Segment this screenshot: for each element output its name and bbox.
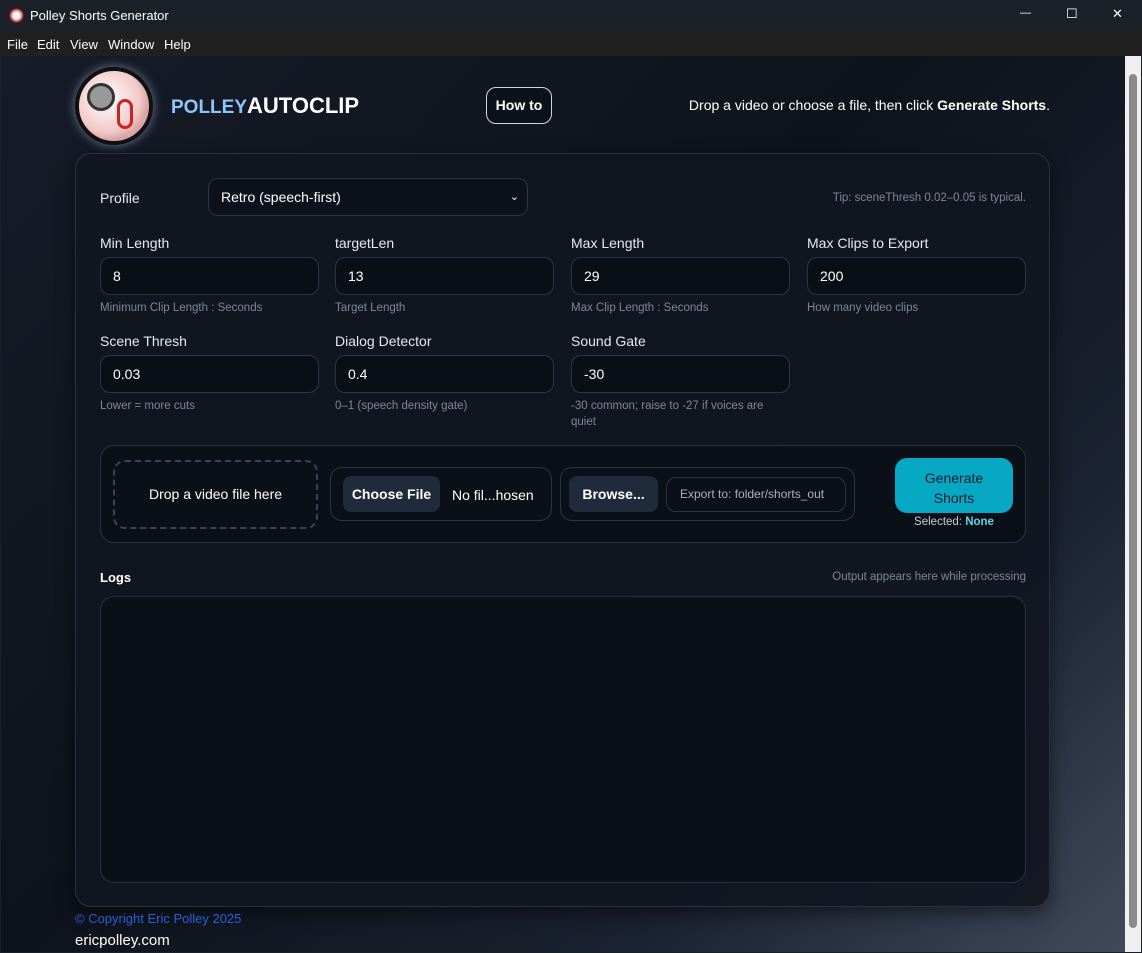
dialog-detector-label: Dialog Detector bbox=[335, 333, 432, 349]
targetlen-hint: Target Length bbox=[335, 302, 406, 314]
targetlen-label: targetLen bbox=[335, 235, 395, 251]
menu-window[interactable]: Window bbox=[108, 37, 154, 52]
site-link[interactable]: ericpolley.com bbox=[75, 932, 170, 949]
how-to-button[interactable]: How to bbox=[486, 87, 552, 124]
drop-zone[interactable]: Drop a video file here bbox=[113, 460, 318, 529]
file-name: No fil...hosen bbox=[452, 487, 534, 503]
brand-title: POLLEYAUTOCLIP bbox=[171, 93, 359, 119]
sound-gate-input[interactable]: -30 bbox=[571, 355, 790, 393]
max-clips-to-export-hint: How many video clips bbox=[807, 302, 919, 314]
menu-view[interactable]: View bbox=[70, 37, 98, 52]
scene-thresh-label: Scene Thresh bbox=[100, 333, 187, 349]
min-length-input[interactable]: 8 bbox=[100, 257, 319, 295]
selected-label: Selected: bbox=[914, 516, 966, 528]
export-path-input[interactable]: Export to: folder/shorts_out bbox=[666, 477, 846, 512]
max-length-label: Max Length bbox=[571, 235, 645, 251]
targetlen-input[interactable]: 13 bbox=[335, 257, 554, 295]
brand-polley: POLLEY bbox=[171, 97, 248, 118]
choose-file-button[interactable]: Choose File bbox=[343, 476, 440, 512]
window-title: Polley Shorts Generator bbox=[30, 8, 169, 23]
sound-gate-label: Sound Gate bbox=[571, 333, 646, 349]
dialog-detector-input[interactable]: 0.4 bbox=[335, 355, 554, 393]
logs-output[interactable] bbox=[100, 596, 1026, 883]
menu-file[interactable]: File bbox=[7, 37, 28, 52]
logo bbox=[75, 67, 153, 145]
profile-tip: Tip: sceneThresh 0.02–0.05 is typical. bbox=[832, 192, 1026, 204]
title-bar: Polley Shorts Generator — ☐ ✕ bbox=[0, 0, 1142, 31]
min-length-hint: Minimum Clip Length : Seconds bbox=[100, 302, 263, 314]
selected-status: Selected: None bbox=[895, 516, 1013, 528]
menu-help[interactable]: Help bbox=[164, 37, 191, 52]
instruction-pre: Drop a video or choose a file, then clic… bbox=[688, 97, 938, 113]
film-reel-icon bbox=[87, 83, 115, 111]
minimize-button[interactable]: — bbox=[1020, 7, 1031, 19]
instruction-bold: Generate Shorts bbox=[937, 97, 1047, 113]
browse-button[interactable]: Browse... bbox=[569, 476, 658, 512]
menu-edit[interactable]: Edit bbox=[37, 37, 59, 52]
logs-title: Logs bbox=[100, 570, 132, 585]
max-clips-to-export-input[interactable]: 200 bbox=[807, 257, 1026, 295]
max-length-input[interactable]: 29 bbox=[571, 257, 790, 295]
selected-value: None bbox=[965, 516, 994, 528]
scrollbar-thumb[interactable] bbox=[1129, 74, 1137, 928]
sound-gate-hint: -30 common; raise to -27 if voices are q… bbox=[571, 400, 764, 428]
copyright: © Copyright Eric Polley 2025 bbox=[75, 911, 242, 926]
app-icon bbox=[9, 8, 24, 23]
max-length-hint: Max Clip Length : Seconds bbox=[571, 302, 709, 314]
logs-note: Output appears here while processing bbox=[832, 571, 1026, 583]
dialog-detector-hint: 0–1 (speech density gate) bbox=[335, 400, 468, 412]
chevron-down-icon: ⌄ bbox=[509, 191, 519, 203]
profile-label: Profile bbox=[100, 190, 140, 206]
profile-select[interactable]: Retro (speech-first) ⌄ bbox=[208, 178, 528, 216]
scene-thresh-hint: Lower = more cuts bbox=[100, 400, 195, 412]
generate-shorts-button[interactable]: Generate Shorts bbox=[895, 458, 1013, 513]
min-length-label: Min Length bbox=[100, 235, 170, 251]
max-clips-to-export-label: Max Clips to Export bbox=[807, 235, 929, 251]
drop-zone-label: Drop a video file here bbox=[148, 486, 283, 502]
profile-value: Retro (speech-first) bbox=[221, 189, 341, 205]
instruction-text: Drop a video or choose a file, then clic… bbox=[689, 97, 1050, 113]
instruction-post: . bbox=[1046, 97, 1050, 113]
scene-thresh-input[interactable]: 0.03 bbox=[100, 355, 319, 393]
maximize-button[interactable]: ☐ bbox=[1066, 6, 1078, 22]
close-button[interactable]: ✕ bbox=[1112, 6, 1123, 22]
brand-autoclip: AUTOCLIP bbox=[247, 93, 360, 118]
menu-bar: File Edit View Window Help bbox=[0, 31, 1142, 56]
scissors-icon bbox=[117, 99, 133, 129]
